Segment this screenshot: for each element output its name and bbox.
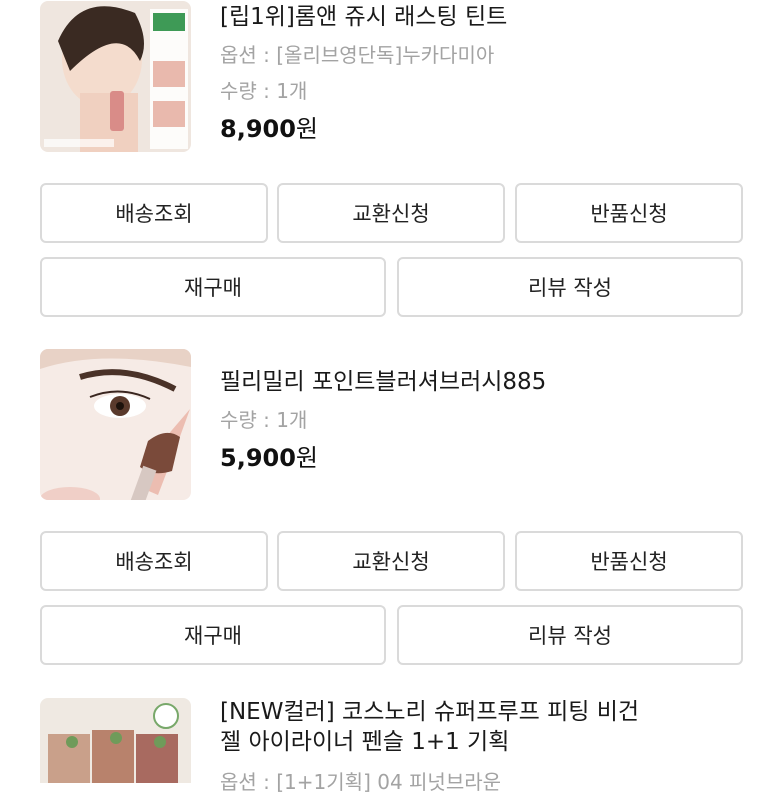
product-quantity: 수량 : 1개	[220, 408, 308, 432]
product-name[interactable]: 필리밀리 포인트블러셔브러시885	[220, 367, 763, 397]
write-review-button[interactable]: 리뷰 작성	[397, 605, 743, 665]
product-option: 옵션 : [올리브영단독]누카다미아	[220, 43, 495, 67]
price-currency: 원	[295, 444, 319, 472]
product-image	[40, 349, 191, 500]
exchange-request-button[interactable]: 교환신청	[277, 531, 505, 591]
product-thumbnail-eyeliner[interactable]	[40, 698, 191, 783]
return-request-button[interactable]: 반품신청	[515, 183, 743, 243]
product-quantity: 수량 : 1개	[220, 79, 308, 103]
product-name-line-2[interactable]: 젤 아이라이너 펜슬 1+1 기획	[220, 727, 763, 757]
reorder-button[interactable]: 재구매	[40, 605, 386, 665]
product-thumbnail-brush[interactable]	[40, 349, 191, 500]
delivery-tracking-button[interactable]: 배송조회	[40, 531, 268, 591]
product-image	[40, 698, 191, 783]
product-name[interactable]: [립1위]롬앤 쥬시 래스팅 틴트	[220, 2, 763, 32]
price-value: 8,900	[220, 115, 296, 143]
price-value: 5,900	[220, 444, 296, 472]
product-thumbnail-tint[interactable]	[40, 1, 191, 152]
return-request-button[interactable]: 반품신청	[515, 531, 743, 591]
product-price: 5,900원	[220, 443, 763, 473]
exchange-request-button[interactable]: 교환신청	[277, 183, 505, 243]
reorder-button[interactable]: 재구매	[40, 257, 386, 317]
product-option: 옵션 : [1+1기획] 04 피넛브라운	[220, 770, 502, 794]
product-price: 8,900원	[220, 114, 763, 144]
delivery-tracking-button[interactable]: 배송조회	[40, 183, 268, 243]
write-review-button[interactable]: 리뷰 작성	[397, 257, 743, 317]
product-image	[40, 1, 191, 152]
product-name-line-1[interactable]: [NEW컬러] 코스노리 슈퍼프루프 피팅 비건	[220, 697, 763, 727]
price-currency: 원	[295, 115, 319, 143]
